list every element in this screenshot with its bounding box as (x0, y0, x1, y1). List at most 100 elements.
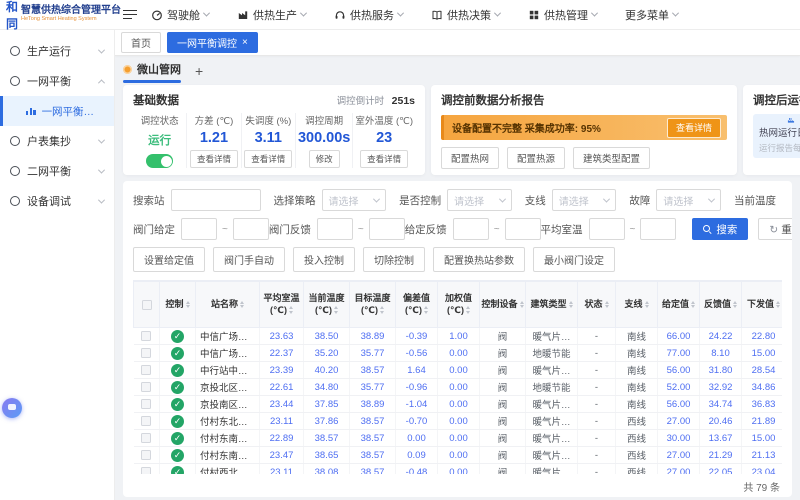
sidebar-item-一网平衡…[interactable]: 一网平衡… (0, 96, 114, 126)
sort-icon[interactable] (333, 306, 338, 314)
select-all-checkbox[interactable] (141, 299, 152, 310)
column-header-反馈值[interactable]: 反馈值 (699, 281, 742, 328)
action-button-切除控制[interactable]: 切除控制 (363, 247, 425, 272)
range-max-input[interactable] (368, 218, 405, 240)
config-button-配置热源[interactable]: 配置热源 (507, 147, 566, 169)
action-button-设置给定值[interactable]: 设置给定值 (133, 247, 205, 272)
topnav-menu-供热服务[interactable]: 供热服务 (334, 7, 405, 23)
control-check-icon[interactable]: ✓ (171, 448, 184, 462)
page-tab-首页[interactable]: 首页 (121, 32, 161, 53)
row-checkbox[interactable] (141, 364, 152, 375)
control-check-icon[interactable]: ✓ (171, 431, 184, 445)
column-header-当前温度(℃)[interactable]: 当前温度(℃) (303, 281, 350, 328)
row-checkbox[interactable] (141, 381, 152, 392)
topnav-menu-供热决策[interactable]: 供热决策 (431, 7, 502, 23)
range-min-input[interactable] (181, 218, 217, 240)
add-network-tab-button[interactable]: + (195, 63, 203, 79)
control-status-toggle[interactable] (146, 154, 174, 168)
table-row[interactable]: ✓ 京投北区… 22.61 34.80 35.77 -0.96 0.00 阀地暖节能 - 南线 52… (133, 378, 782, 396)
sort-icon[interactable] (691, 300, 695, 309)
table-row[interactable]: ✓ 付村东南… 23.47 38.65 38.57 0.09 0.00 阀暖气片… - 西线 27.… (133, 446, 782, 464)
range-min-input[interactable] (588, 218, 625, 240)
control-check-icon[interactable]: ✓ (171, 346, 184, 360)
filter-select-选择策略[interactable]: 请选择 (321, 189, 387, 211)
column-header-下发值[interactable]: 下发值 (741, 281, 782, 328)
table-row[interactable]: ✓ 京投南区… 23.44 37.85 38.89 -1.04 0.00 阀暖气片… - 南线 56… (133, 395, 782, 413)
sort-icon[interactable] (185, 300, 190, 309)
range-max-input[interactable] (640, 218, 677, 240)
action-button-配置换热站参数[interactable]: 配置换热站参数 (433, 247, 525, 272)
column-header-给定值[interactable]: 给定值 (657, 281, 700, 328)
column-header-状态[interactable]: 状态 (577, 281, 616, 328)
control-check-icon[interactable]: ✓ (171, 329, 184, 343)
column-header-目标温度(℃)[interactable]: 目标温度(℃) (349, 281, 396, 328)
table-row[interactable]: ✓ 付村东北… 23.11 37.86 38.57 -0.70 0.00 阀暖气片… - 西线 27… (133, 412, 782, 430)
control-check-icon[interactable]: ✓ (171, 380, 184, 394)
sidebar-item-生产运行[interactable]: 生产运行 (0, 36, 114, 66)
row-checkbox[interactable] (141, 347, 152, 358)
sort-icon[interactable] (288, 306, 293, 314)
action-button-最小阀门设定[interactable]: 最小阀门设定 (533, 247, 615, 272)
row-checkbox[interactable] (141, 330, 152, 341)
action-button-投入控制[interactable]: 投入控制 (293, 247, 355, 272)
table-row[interactable]: ✓ 中信广场… 22.37 35.20 35.77 -0.56 0.00 阀地暖节能 - 南线 77… (133, 344, 782, 362)
sort-icon[interactable] (465, 306, 470, 314)
control-check-icon[interactable]: ✓ (171, 465, 184, 474)
control-check-icon[interactable]: ✓ (171, 363, 184, 377)
metric-action-button[interactable]: 修改 (308, 150, 340, 168)
filter-select-支线[interactable]: 请选择 (551, 189, 617, 211)
sort-icon[interactable] (604, 300, 609, 309)
row-checkbox[interactable] (141, 449, 152, 460)
column-header-建筑类型[interactable]: 建筑类型 (525, 281, 578, 328)
topnav-menu-供热管理[interactable]: 供热管理 (528, 7, 599, 23)
range-max-input[interactable] (504, 218, 541, 240)
column-header-加权值 (℃)[interactable]: 加权值 (℃) (437, 281, 480, 328)
row-checkbox[interactable] (141, 415, 152, 426)
sort-icon[interactable] (519, 300, 524, 309)
collapse-menu-icon[interactable] (123, 7, 137, 21)
table-row[interactable]: ✓ 中信广场… 23.63 38.50 38.89 -0.39 1.00 阀暖气片… - 南线 66… (133, 327, 782, 345)
metric-action-button[interactable]: 查看详情 (360, 150, 409, 168)
sort-icon[interactable] (568, 300, 573, 309)
metric-action-button[interactable]: 查看详情 (189, 150, 238, 168)
sidebar-item-二网平衡[interactable]: 二网平衡 (0, 156, 114, 186)
range-max-input[interactable] (232, 218, 269, 240)
column-header-控制[interactable]: 控制 (159, 281, 196, 328)
sidebar-item-户表集抄[interactable]: 户表集抄 (0, 126, 114, 156)
topnav-menu-更多菜单[interactable]: 更多菜单 (625, 7, 680, 23)
table-row[interactable]: ✓ 中行站中… 23.39 40.20 38.57 1.64 0.00 阀暖气片… - 南线 56.… (133, 361, 782, 379)
reset-button[interactable]: ↻重置 (758, 218, 792, 240)
sort-icon[interactable] (240, 300, 244, 309)
sort-icon[interactable] (733, 300, 737, 309)
sidebar-item-一网平衡[interactable]: 一网平衡 (0, 66, 114, 96)
page-tab-一网平衡调控[interactable]: 一网平衡调控 × (167, 32, 258, 53)
column-header-支线[interactable]: 支线 (615, 281, 658, 328)
filter-select-故障[interactable]: 请选择 (656, 189, 721, 211)
search-button[interactable]: 搜索 (692, 218, 749, 240)
sort-icon[interactable] (423, 306, 428, 314)
close-tab-icon[interactable]: × (242, 37, 248, 48)
action-button-阀门手自动[interactable]: 阀门手自动 (213, 247, 285, 272)
heating-network-report-card[interactable]: 热网运行日报 运行报告每时… (753, 114, 800, 158)
column-header-站名称[interactable]: 站名称 (195, 281, 260, 328)
topnav-menu-供热生产[interactable]: 供热生产 (237, 7, 308, 23)
alert-detail-button[interactable]: 查看详情 (666, 117, 721, 138)
ai-assistant-button[interactable] (2, 398, 22, 418)
sort-icon[interactable] (644, 300, 649, 309)
control-check-icon[interactable]: ✓ (171, 414, 184, 428)
row-checkbox[interactable] (141, 398, 152, 409)
sidebar-item-设备调试[interactable]: 设备调试 (0, 186, 114, 216)
control-check-icon[interactable]: ✓ (171, 397, 184, 411)
config-button-配置热网[interactable]: 配置热网 (441, 147, 500, 169)
filter-select-是否控制[interactable]: 请选择 (447, 189, 512, 211)
range-min-input[interactable] (452, 218, 489, 240)
range-min-input[interactable] (316, 218, 353, 240)
sort-icon[interactable] (776, 300, 780, 309)
column-header-偏差值 (℃)[interactable]: 偏差值 (℃) (395, 281, 438, 328)
sort-icon[interactable] (379, 306, 384, 314)
metric-action-button[interactable]: 查看详情 (244, 150, 293, 168)
column-header-平均室温(℃)[interactable]: 平均室温(℃) (259, 281, 304, 328)
row-checkbox[interactable] (141, 432, 152, 443)
station-search-input[interactable] (170, 189, 261, 211)
topnav-menu-驾驶舱[interactable]: 驾驶舱 (151, 7, 211, 23)
